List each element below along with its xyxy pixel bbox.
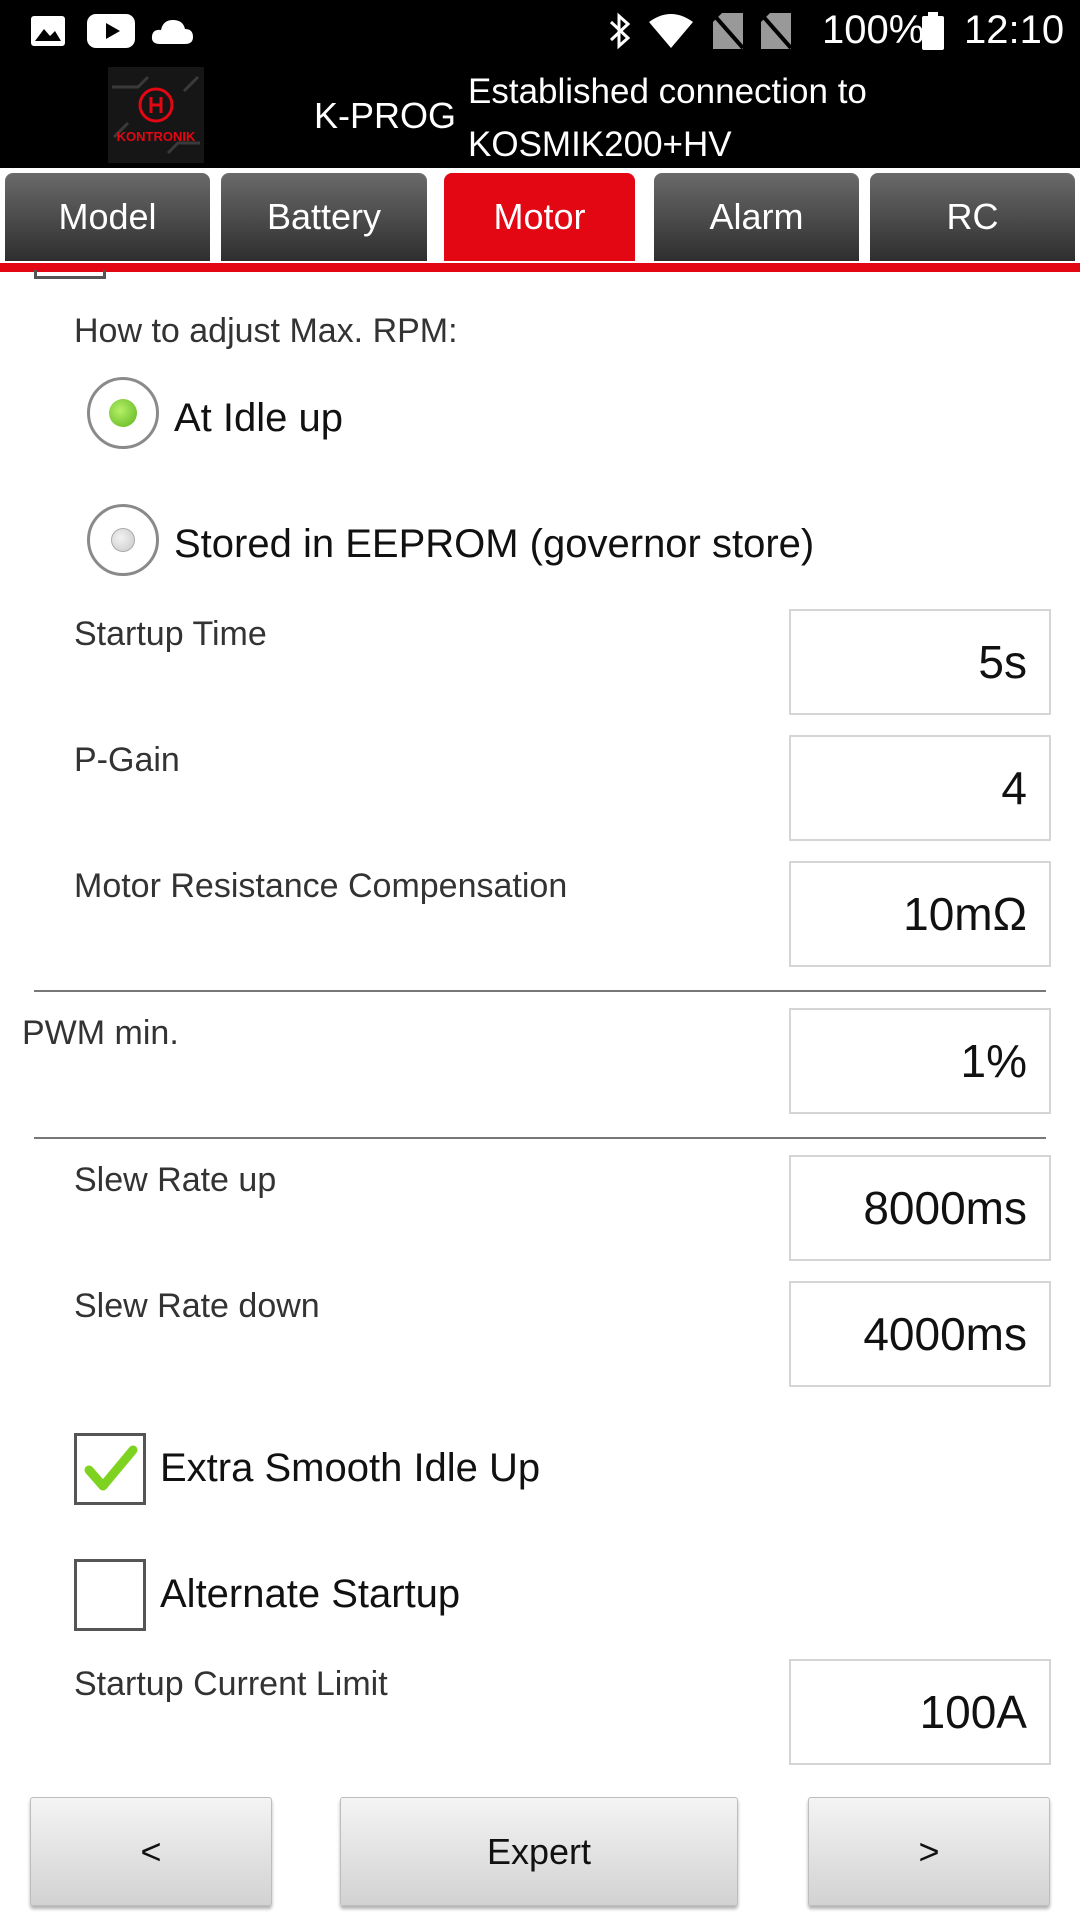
alternate-startup-checkbox[interactable]: [74, 1559, 146, 1631]
app-name: K-PROG: [314, 95, 457, 136]
expert-button[interactable]: Expert: [340, 1797, 738, 1906]
p-gain-label: P-Gain: [74, 741, 180, 779]
tab-model[interactable]: Model: [5, 173, 210, 261]
tab-bar: Model Battery Motor Alarm RC: [0, 168, 1080, 272]
rpm-question: How to adjust Max. RPM:: [74, 312, 458, 350]
startup-current-limit-field[interactable]: 100A: [789, 1659, 1051, 1765]
cloud-icon: [150, 12, 194, 50]
connection-line-1: Established connection to: [468, 72, 867, 111]
previous-button[interactable]: <: [30, 1797, 272, 1906]
no-sim-icon: [758, 12, 794, 50]
pwm-min-field[interactable]: 1%: [789, 1008, 1051, 1114]
p-gain-field[interactable]: 4: [789, 735, 1051, 841]
radio-label-at-idle-up[interactable]: At Idle up: [174, 396, 343, 441]
pwm-min-label: PWM min.: [22, 1014, 179, 1052]
battery-percent: 100%: [822, 8, 925, 52]
tab-alarm[interactable]: Alarm: [654, 173, 859, 261]
battery-icon: [920, 12, 946, 50]
extra-smooth-idle-up-label[interactable]: Extra Smooth Idle Up: [160, 1446, 540, 1491]
wifi-icon: [648, 12, 694, 50]
image-icon: [28, 12, 68, 50]
connection-status: Established connection to KOSMIK200+HV: [468, 65, 867, 171]
divider: [34, 1137, 1046, 1139]
divider: [34, 990, 1046, 992]
tab-rc[interactable]: RC: [870, 173, 1075, 261]
radio-stored-in-eeprom[interactable]: [87, 504, 159, 576]
connection-line-2: KOSMIK200+HV: [468, 125, 732, 164]
next-button[interactable]: >: [808, 1797, 1050, 1906]
tab-motor[interactable]: Motor: [444, 173, 635, 261]
status-bar: 100% 12:10: [0, 0, 1080, 63]
no-sim-icon: [710, 12, 746, 50]
bluetooth-icon: [606, 12, 634, 50]
radio-label-stored-in-eeprom[interactable]: Stored in EEPROM (governor store): [174, 522, 814, 567]
alternate-startup-label[interactable]: Alternate Startup: [160, 1572, 460, 1617]
tab-indicator: [0, 263, 1080, 272]
startup-current-limit-label: Startup Current Limit: [74, 1665, 388, 1703]
startup-time-label: Startup Time: [74, 615, 267, 653]
extra-smooth-idle-up-checkbox[interactable]: [74, 1433, 146, 1505]
slew-rate-up-field[interactable]: 8000ms: [789, 1155, 1051, 1261]
youtube-icon: [86, 12, 136, 50]
svg-text:KONTRONIK: KONTRONIK: [117, 129, 196, 144]
tab-battery[interactable]: Battery: [221, 173, 427, 261]
app-bar: KONTRONIK K-PROG Established connection …: [0, 63, 1080, 168]
kontronik-logo: KONTRONIK: [108, 67, 204, 163]
slew-rate-down-label: Slew Rate down: [74, 1287, 320, 1325]
slew-rate-down-field[interactable]: 4000ms: [789, 1281, 1051, 1387]
radio-selected-dot: [109, 399, 137, 427]
motor-resistance-compensation-label: Motor Resistance Compensation: [74, 867, 568, 905]
motor-resistance-compensation-field[interactable]: 10mΩ: [789, 861, 1051, 967]
radio-at-idle-up[interactable]: [87, 377, 159, 449]
startup-time-field[interactable]: 5s: [789, 609, 1051, 715]
scrolled-checkbox[interactable]: [34, 270, 106, 279]
radio-unselected-dot: [111, 528, 135, 552]
check-icon: [84, 1445, 138, 1491]
slew-rate-up-label: Slew Rate up: [74, 1161, 277, 1199]
clock: 12:10: [964, 8, 1065, 52]
